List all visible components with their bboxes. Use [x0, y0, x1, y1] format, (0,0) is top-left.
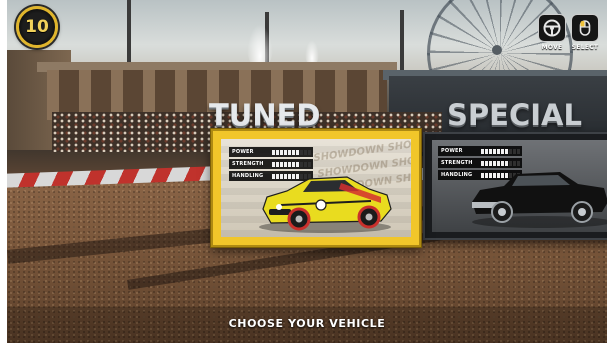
move-label: MOVE: [541, 44, 563, 51]
category-title-special: SPECIAL: [447, 98, 582, 132]
ferris-wheel-hub: [492, 45, 502, 55]
select-control-hint: SELECT: [570, 14, 600, 51]
vehicle-card-tuned[interactable]: SHOWDOWN SHOWDOWN SHOWDOWN SHOWDOWN SHOW…: [211, 129, 421, 247]
level-badge: 10: [16, 6, 58, 48]
light-pole: [127, 0, 131, 70]
move-control-hint: MOVE: [537, 14, 567, 51]
light-pole: [400, 10, 404, 72]
choose-vehicle-prompt: CHOOSE YOUR VEHICLE: [228, 317, 386, 330]
game-screen: 10 MOVE SELECT TUNED SPECIAL POWER STREN…: [7, 0, 607, 343]
vehicle-card-art: POWER STRENGTH HANDLING: [432, 140, 607, 232]
select-label: SELECT: [571, 44, 599, 51]
level-number: 10: [25, 17, 49, 37]
tuned-car-image: [259, 176, 392, 233]
steering-wheel-icon: [538, 14, 566, 42]
classic-car-image: [472, 172, 607, 228]
vehicle-card-special[interactable]: POWER STRENGTH HANDLING: [423, 132, 607, 240]
vehicle-card-art: SHOWDOWN SHOWDOWN SHOWDOWN SHOWDOWN SHOW…: [221, 139, 411, 237]
category-title-tuned: TUNED: [209, 97, 321, 133]
mouse-icon: [571, 14, 599, 42]
